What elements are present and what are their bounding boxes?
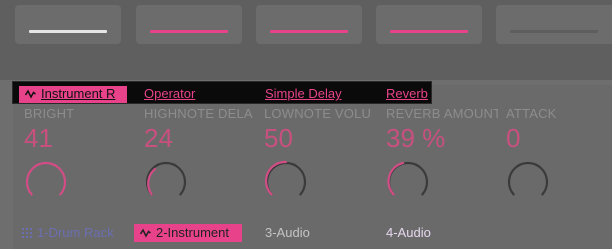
param-name: BRIGHT	[24, 106, 75, 121]
track-label-text: 1-Drum Rack	[37, 225, 114, 240]
track-label-instrument[interactable]: 2-Instrument	[134, 224, 242, 242]
param-name: LOWNOTE VOLU	[264, 106, 372, 121]
mixer-pad-1[interactable]	[15, 5, 121, 44]
waveform-icon	[25, 89, 36, 99]
param-name: ATTACK	[506, 106, 557, 121]
mixer-pad-2[interactable]	[136, 5, 242, 44]
pad-level-line	[270, 30, 348, 33]
param-value: 39 %	[386, 123, 446, 153]
breadcrumb-item-instrument-rack[interactable]: Instrument R	[19, 86, 127, 103]
knob-attack[interactable]	[506, 159, 550, 203]
track-label-text: 4-Audio	[386, 225, 431, 240]
knob-lownote-volume[interactable]	[264, 159, 308, 203]
param-reverb-amount: REVERB AMOUNT 39 %	[386, 104, 501, 209]
mixer-pad-5[interactable]	[496, 5, 612, 44]
track-label-text: 3-Audio	[265, 225, 310, 240]
breadcrumb-item-reverb[interactable]: Reverb	[386, 86, 428, 103]
param-bright: BRIGHT 41	[24, 104, 139, 209]
knob-bright[interactable]	[24, 159, 68, 203]
breadcrumb-label: Reverb	[386, 86, 428, 101]
param-name: HIGHNOTE DELA	[144, 106, 253, 121]
breadcrumb-item-operator[interactable]: Operator	[144, 86, 195, 103]
waveform-icon	[140, 228, 151, 238]
param-value: 0	[506, 123, 521, 153]
track-label-audio-3[interactable]: 3-Audio	[265, 224, 310, 242]
param-name: REVERB AMOUNT	[386, 106, 498, 121]
param-value: 50	[264, 123, 293, 153]
mixer-pad-4[interactable]	[376, 5, 482, 44]
grid-icon	[22, 228, 32, 238]
pad-level-line	[510, 30, 598, 33]
pad-level-line	[390, 30, 468, 33]
param-lownote-volume: LOWNOTE VOLU 50	[264, 104, 379, 209]
track-label-text: 2-Instrument	[156, 225, 229, 240]
breadcrumb-label: Operator	[144, 86, 196, 101]
pad-level-line	[29, 30, 107, 33]
breadcrumb-label: Instrument R	[41, 86, 116, 101]
track-label-audio-4[interactable]: 4-Audio	[386, 224, 431, 242]
knob-reverb-amount[interactable]	[386, 159, 430, 203]
param-attack: ATTACK 0	[506, 104, 612, 209]
param-highnote-delay: HIGHNOTE DELA 24	[144, 104, 259, 209]
knob-highnote-delay[interactable]	[144, 159, 188, 203]
param-value: 41	[24, 123, 53, 153]
pad-level-line	[150, 30, 228, 33]
track-label-drum-rack[interactable]: 1-Drum Rack	[22, 224, 114, 242]
top-band	[0, 0, 612, 80]
mixer-pad-3[interactable]	[256, 5, 362, 44]
breadcrumb-item-simple-delay[interactable]: Simple Delay	[265, 86, 342, 103]
breadcrumb-label: Simple Delay	[265, 86, 342, 101]
param-value: 24	[144, 123, 173, 153]
device-chain-breadcrumb: Instrument R Operator Simple Delay Rever…	[12, 81, 432, 104]
